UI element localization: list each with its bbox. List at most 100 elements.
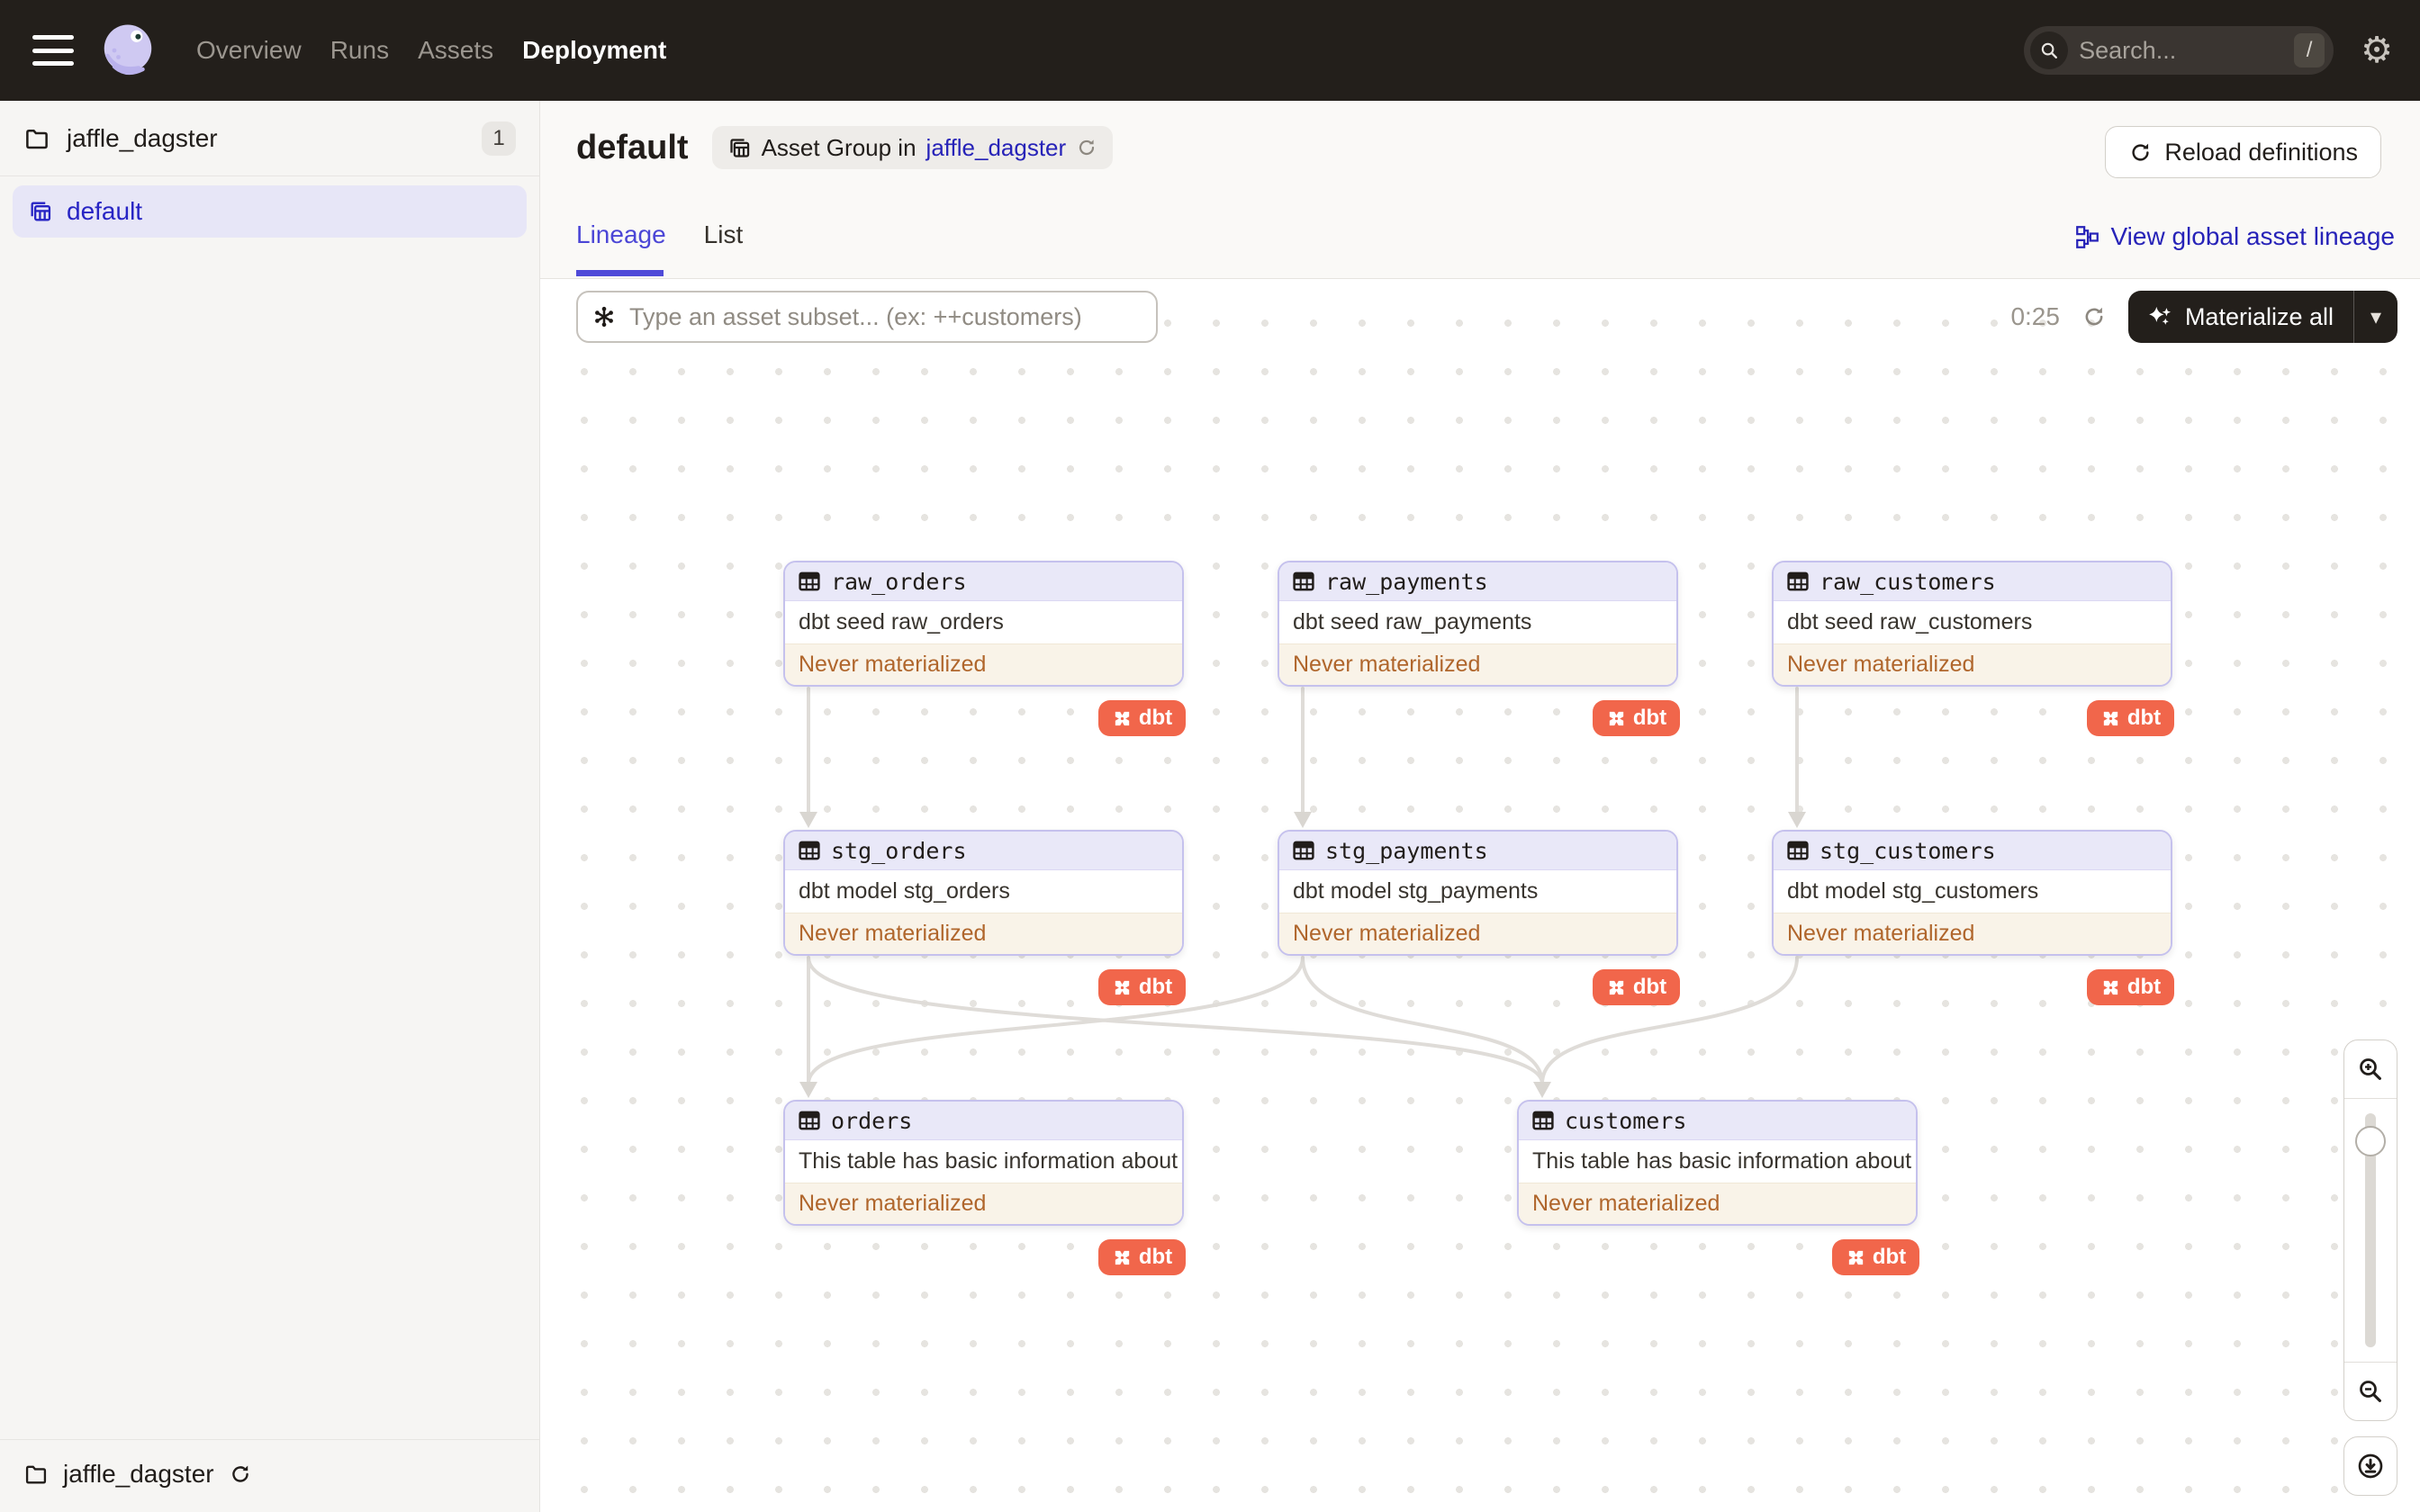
dbt-badge-raw_orders[interactable]: dbt xyxy=(1098,700,1186,736)
view-tabs: Lineage List xyxy=(576,220,743,249)
asset-name: orders xyxy=(831,1107,913,1134)
tab-list[interactable]: List xyxy=(704,220,744,249)
asset-node-raw_payments[interactable]: raw_payments dbt seed raw_payments Never m… xyxy=(1278,561,1678,687)
nav-item-deployment[interactable]: Deployment xyxy=(508,36,681,65)
table-icon xyxy=(1532,1111,1554,1130)
refresh-icon[interactable] xyxy=(2081,304,2107,329)
asset-node-header: stg_customers xyxy=(1774,832,2171,870)
asset-status: Never materialized xyxy=(1774,644,2171,685)
reload-definitions-label: Reload definitions xyxy=(2164,138,2358,166)
sidebar-item-default-group[interactable]: default xyxy=(13,185,527,238)
sidebar-item-label: default xyxy=(67,197,143,225)
dbt-badge-stg_orders[interactable]: dbt xyxy=(1098,969,1186,1005)
reload-code-location-icon[interactable] xyxy=(229,1462,252,1486)
asset-status: Never materialized xyxy=(1279,644,1676,685)
menu-icon[interactable] xyxy=(32,35,74,66)
op-selector-icon xyxy=(595,306,613,328)
nav-item-assets[interactable]: Assets xyxy=(403,36,508,65)
nav-item-runs[interactable]: Runs xyxy=(316,36,403,65)
reload-icon xyxy=(2132,143,2149,161)
dbt-badge-label: dbt xyxy=(1872,1245,1907,1269)
zoom-out-button[interactable] xyxy=(2344,1363,2397,1420)
asset-name: raw_payments xyxy=(1325,568,1488,595)
lineage-graph-icon xyxy=(2075,225,2099,248)
search-shortcut-key: / xyxy=(2294,33,2325,68)
nav-item-overview[interactable]: Overview xyxy=(182,36,316,65)
reload-icon[interactable] xyxy=(1076,137,1097,158)
dbt-badge-stg_customers[interactable]: dbt xyxy=(2087,969,2174,1005)
asset-status: Never materialized xyxy=(1774,913,2171,954)
asset-node-raw_orders[interactable]: raw_orders dbt seed raw_orders Never mater… xyxy=(783,561,1184,687)
asset-group-icon xyxy=(31,202,51,221)
settings-gear-icon[interactable]: ⚙ xyxy=(2361,32,2393,68)
zoom-slider-handle[interactable] xyxy=(2355,1126,2386,1156)
sidebar-footer: jaffle_dagster xyxy=(0,1439,539,1512)
sparkle-icon xyxy=(2149,306,2172,325)
dbt-badge-label: dbt xyxy=(2127,706,2162,730)
top-nav: Overview Runs Assets Deployment / ⚙ xyxy=(0,0,2420,101)
dbt-badge-label: dbt xyxy=(1138,975,1173,999)
asset-name: stg_orders xyxy=(831,837,967,864)
asset-name: raw_customers xyxy=(1820,568,1996,595)
asset-description: dbt model stg_payments xyxy=(1279,870,1676,913)
search-input[interactable] xyxy=(2068,36,2295,65)
dagster-logo[interactable] xyxy=(95,18,160,83)
asset-name: stg_customers xyxy=(1820,837,1996,864)
asset-subset-filter xyxy=(576,291,1158,343)
dbt-logo-icon xyxy=(2103,980,2118,994)
asset-status: Never materialized xyxy=(1279,913,1676,954)
dbt-logo-icon xyxy=(1115,711,1130,725)
download-image-button[interactable] xyxy=(2343,1436,2397,1496)
zoom-slider[interactable] xyxy=(2344,1098,2397,1363)
asset-node-stg_orders[interactable]: stg_orders dbt model stg_orders Never mate… xyxy=(783,830,1184,956)
page-title: default xyxy=(576,128,689,166)
table-icon xyxy=(799,841,820,860)
dbt-logo-icon xyxy=(1609,980,1624,994)
asset-description: dbt seed raw_orders xyxy=(785,601,1182,644)
dbt-badge-raw_payments[interactable]: dbt xyxy=(1593,700,1680,736)
nav-links: Overview Runs Assets Deployment xyxy=(182,36,681,65)
materialize-all-button[interactable]: Materialize all ▾ xyxy=(2127,291,2397,343)
asset-name: customers xyxy=(1565,1107,1687,1134)
sidebar-project-label: jaffle_dagster xyxy=(67,123,218,152)
view-global-asset-lineage-link[interactable]: View global asset lineage xyxy=(2075,222,2395,251)
asset-name: stg_payments xyxy=(1325,837,1488,864)
dbt-badge-orders[interactable]: dbt xyxy=(1098,1239,1186,1275)
view-global-asset-lineage-label: View global asset lineage xyxy=(2110,222,2395,250)
sidebar-footer-label: jaffle_dagster xyxy=(63,1460,214,1488)
asset-node-raw_customers[interactable]: raw_customersdbt seed raw_customers Never… xyxy=(1772,561,2172,687)
dbt-badge-label: dbt xyxy=(1632,706,1667,730)
asset-status: Never materialized xyxy=(785,913,1182,954)
search-icon xyxy=(2030,32,2069,69)
asset-group-tag-text: Asset Group in xyxy=(761,133,917,161)
asset-node-header: customers xyxy=(1519,1102,1916,1140)
asset-group-tag-link[interactable]: jaffle_dagster xyxy=(926,134,1067,162)
zoom-in-button[interactable] xyxy=(2344,1040,2397,1098)
asset-status: Never materialized xyxy=(1519,1183,1916,1224)
sidebar-project-row[interactable]: jaffle_dagster 1 xyxy=(0,101,539,176)
asset-subset-input[interactable] xyxy=(628,302,1142,332)
dbt-badge-customers[interactable]: dbt xyxy=(1832,1239,1919,1275)
refresh-timer: 0:25 xyxy=(2010,302,2060,330)
asset-description: dbt seed raw_customers xyxy=(1774,601,2171,644)
asset-node-stg_payments[interactable]: stg_paymentsdbt model stg_payments Never … xyxy=(1278,830,1678,956)
asset-status: Never materialized xyxy=(785,644,1182,685)
table-icon xyxy=(799,572,820,591)
materialize-dropdown-caret[interactable]: ▾ xyxy=(2354,291,2397,343)
asset-node-header: raw_orders xyxy=(785,562,1182,601)
asset-node-header: raw_customers xyxy=(1774,562,2171,601)
active-tab-underline xyxy=(576,270,664,276)
dbt-badge-raw_customers[interactable]: dbt xyxy=(2087,700,2174,736)
search-bar[interactable]: / xyxy=(2024,26,2334,75)
sidebar: jaffle_dagster 1 default jaffle_dagster xyxy=(0,101,540,1512)
dbt-badge-stg_payments[interactable]: dbt xyxy=(1593,969,1680,1005)
tab-lineage[interactable]: Lineage xyxy=(576,220,666,249)
asset-node-orders[interactable]: orders This table has basic information a… xyxy=(783,1100,1184,1226)
asset-description: This table has basic information about .… xyxy=(785,1140,1182,1183)
asset-node-stg_customers[interactable]: stg_customers dbt model stg_customers Neve… xyxy=(1772,830,2172,956)
asset-group-icon xyxy=(729,138,749,158)
asset-node-customers[interactable]: customers This table has basic informatio… xyxy=(1517,1100,1918,1226)
lineage-canvas[interactable]: 0:25 Materialize all ▾ xyxy=(540,279,2420,1512)
asset-node-header: orders xyxy=(785,1102,1182,1140)
reload-definitions-button[interactable]: Reload definitions xyxy=(2105,126,2381,178)
